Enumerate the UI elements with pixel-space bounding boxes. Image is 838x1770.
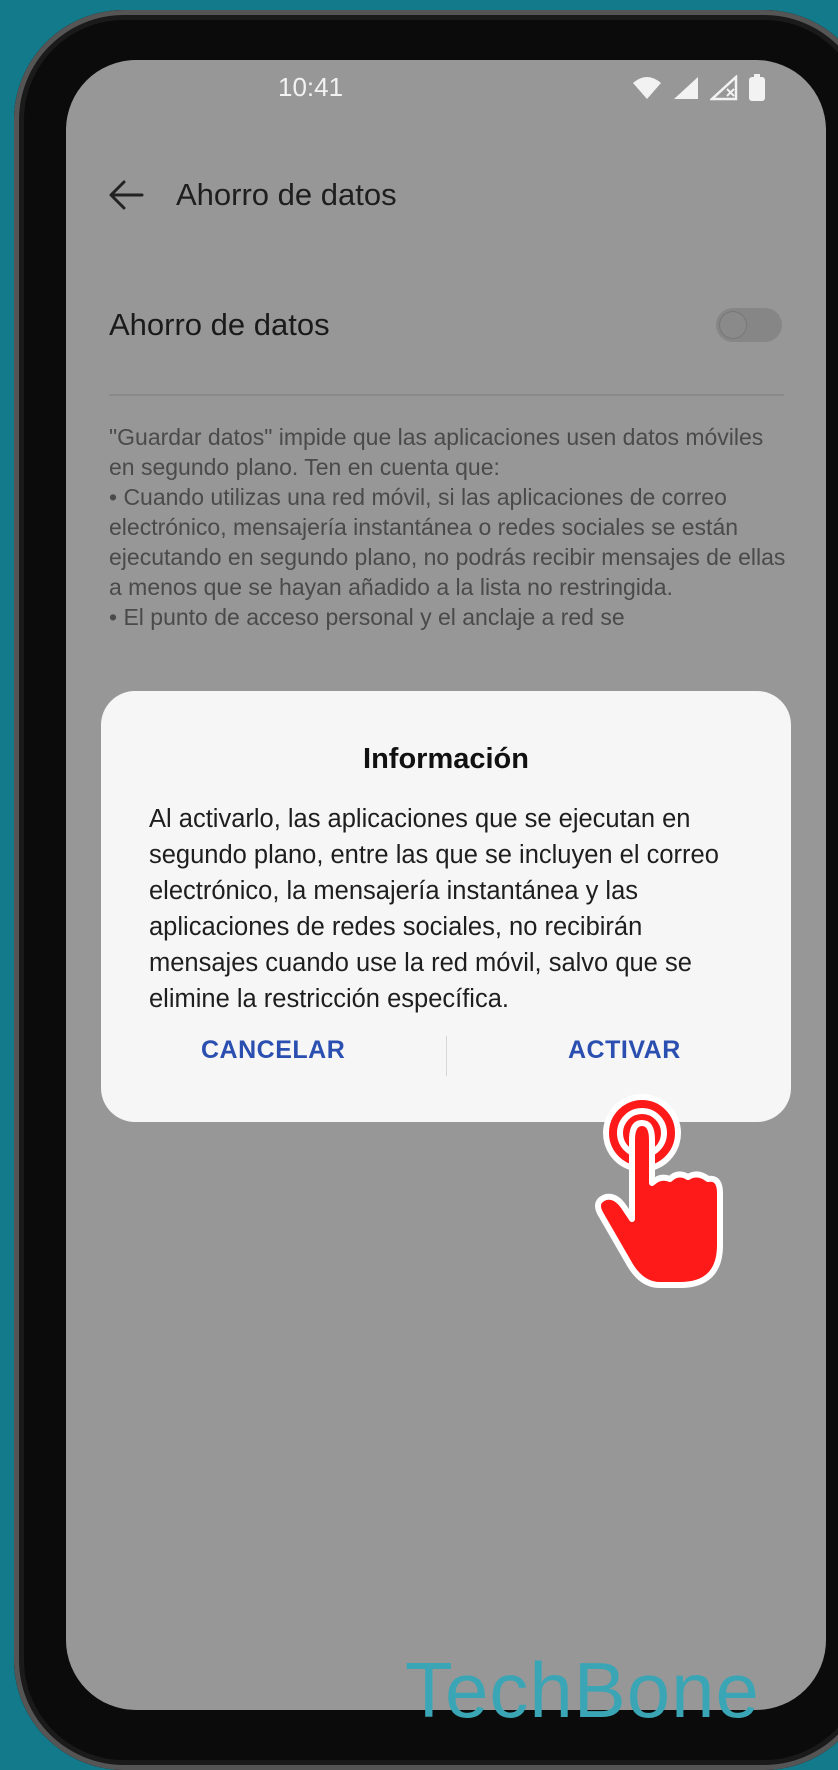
status-time: 10:41 (278, 72, 344, 102)
dialog-message: Al activarlo, las aplicaciones que se ej… (149, 805, 719, 1013)
data-saver-setting-row[interactable]: Ahorro de datos (109, 290, 784, 360)
signal-icon (672, 75, 700, 101)
activate-button[interactable]: ACTIVAR (568, 1036, 681, 1065)
status-icons (632, 74, 766, 102)
data-saver-toggle[interactable] (716, 308, 782, 342)
information-dialog: Información Al activarlo, las aplicacion… (101, 691, 791, 1122)
setting-label: Ahorro de datos (109, 307, 330, 342)
page-title: Ahorro de datos (176, 177, 397, 212)
dialog-title: Información (363, 743, 529, 775)
description-text: "Guardar datos" impide que las aplicacio… (109, 422, 789, 632)
button-separator (446, 1036, 447, 1076)
status-bar: 10:41 (66, 60, 826, 120)
wifi-icon (632, 75, 662, 101)
phone-frame: 10:41 Ahorro de datos Ahorro de datos "G… (14, 10, 838, 1770)
signal-no-service-icon (710, 75, 738, 101)
battery-icon (748, 74, 766, 102)
app-bar: Ahorro de datos (106, 160, 397, 230)
description-line: • Cuando utilizas una red móvil, si las … (109, 484, 786, 600)
description-line: "Guardar datos" impide que las aplicacio… (109, 424, 764, 480)
watermark: TechBone (405, 1646, 760, 1734)
divider (109, 394, 784, 396)
arrow-left-icon[interactable] (106, 175, 146, 215)
description-line: • El punto de acceso personal y el ancla… (109, 604, 625, 630)
phone-screen: 10:41 Ahorro de datos Ahorro de datos "G… (66, 60, 826, 1710)
toggle-knob (720, 312, 746, 338)
tap-hand-icon (595, 1094, 723, 1288)
cancel-button[interactable]: CANCELAR (201, 1036, 345, 1065)
